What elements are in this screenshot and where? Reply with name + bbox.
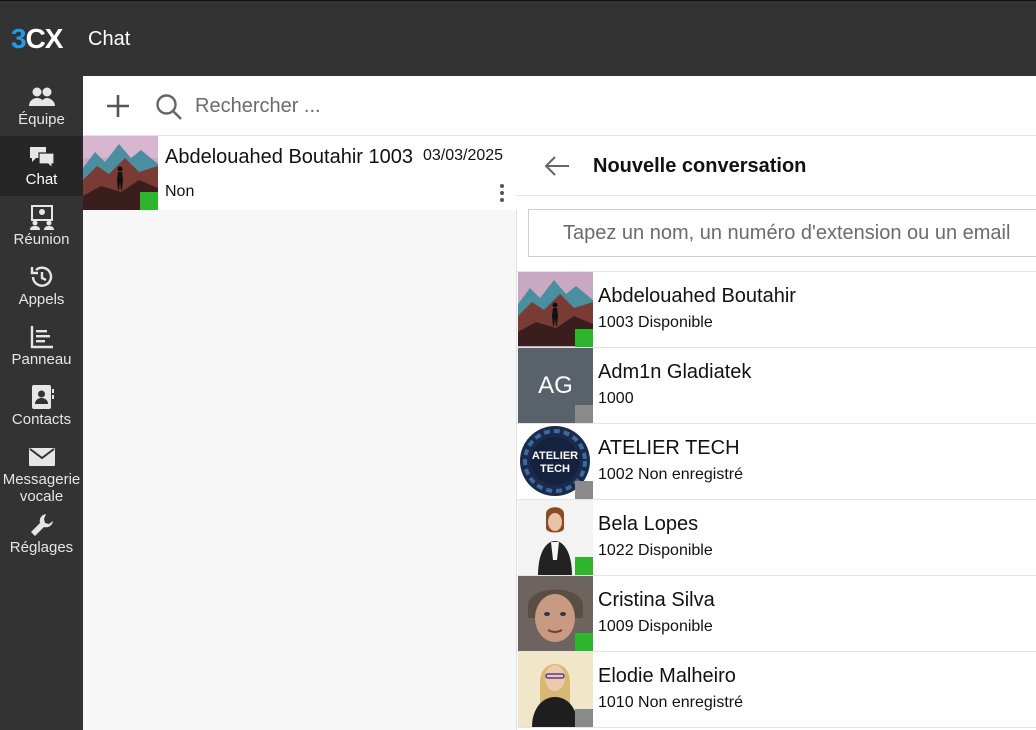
mail-icon bbox=[28, 444, 56, 470]
avatar bbox=[518, 272, 593, 347]
panel-title: Nouvelle conversation bbox=[593, 155, 807, 177]
status-badge bbox=[140, 192, 158, 210]
contact-item[interactable]: AG Adm1n Gladiatek 1000 bbox=[517, 348, 1036, 424]
sidebar-item-chat[interactable]: Chat bbox=[0, 136, 83, 196]
status-badge bbox=[575, 481, 593, 499]
3cx-logo: 3 CX bbox=[11, 23, 63, 54]
new-conversation-header: Nouvelle conversation bbox=[517, 136, 1036, 196]
top-bar: 3 CX Chat bbox=[0, 0, 1036, 76]
recipient-search bbox=[517, 196, 1036, 272]
status-badge bbox=[575, 405, 593, 423]
sidebar-item-panneau[interactable]: Panneau bbox=[0, 316, 83, 376]
contact-name: Bela Lopes bbox=[598, 513, 699, 535]
svg-text:ATELIER: ATELIER bbox=[532, 450, 578, 462]
status-badge bbox=[575, 329, 593, 347]
conversation-name: Abdelouahed Boutahir 1003 bbox=[165, 146, 413, 168]
contact-extension-status: 1022 Disponible bbox=[598, 542, 713, 559]
avatar: ATELIER TECH bbox=[518, 424, 593, 499]
contact-name: ATELIER TECH bbox=[598, 437, 740, 459]
status-badge bbox=[575, 557, 593, 575]
contact-name: Cristina Silva bbox=[598, 589, 715, 611]
search-input[interactable] bbox=[195, 90, 595, 122]
sidebar-item-reunion[interactable]: Réunion bbox=[0, 196, 83, 256]
sidebar-item-appels[interactable]: Appels bbox=[0, 256, 83, 316]
contact-item[interactable]: ATELIER TECH ATELIER TECH 1002 Non enreg… bbox=[517, 424, 1036, 500]
avatar bbox=[518, 500, 593, 575]
sidebar-nav: Équipe Chat Réunion Appels Panneau Conta… bbox=[0, 76, 83, 730]
contacts-icon bbox=[28, 384, 56, 410]
history-icon bbox=[28, 264, 56, 290]
conversation-list: Abdelouahed Boutahir 1003 03/03/2025 Non bbox=[83, 136, 517, 730]
new-conversation-panel: Nouvelle conversation Abdelouahed Boutah… bbox=[517, 136, 1036, 730]
contact-extension-status: 1000 bbox=[598, 390, 634, 407]
meeting-icon bbox=[28, 204, 56, 230]
plus-icon bbox=[107, 95, 129, 117]
wrench-icon bbox=[28, 512, 56, 538]
avatar bbox=[83, 136, 158, 210]
contact-extension-status: 1009 Disponible bbox=[598, 618, 713, 635]
status-badge bbox=[575, 709, 593, 727]
svg-text:TECH: TECH bbox=[540, 463, 570, 475]
conversation-last-message: Non bbox=[165, 183, 195, 200]
arrow-left-icon bbox=[544, 156, 569, 176]
team-icon bbox=[28, 84, 56, 110]
contact-extension-status: 1010 Non enregistré bbox=[598, 694, 743, 711]
more-options-icon[interactable] bbox=[497, 182, 507, 204]
contact-extension-status: 1003 Disponible bbox=[598, 314, 713, 331]
sidebar-item-contacts[interactable]: Contacts bbox=[0, 376, 83, 436]
contact-name: Abdelouahed Boutahir bbox=[598, 285, 796, 307]
contact-item[interactable]: Abdelouahed Boutahir 1003 Disponible bbox=[517, 272, 1036, 348]
avatar bbox=[518, 576, 593, 651]
chat-icon bbox=[28, 144, 56, 170]
new-conversation-button[interactable] bbox=[105, 93, 131, 119]
panel-icon bbox=[28, 324, 56, 350]
sidebar-item-messagerie-vocale[interactable]: Messagerie vocale bbox=[0, 436, 83, 506]
status-badge bbox=[575, 633, 593, 651]
sidebar-item-equipe[interactable]: Équipe bbox=[0, 76, 83, 136]
back-button[interactable] bbox=[543, 152, 571, 180]
contact-item[interactable]: Cristina Silva 1009 Disponible bbox=[517, 576, 1036, 652]
recipient-input[interactable] bbox=[528, 209, 1036, 257]
contact-extension-status: 1002 Non enregistré bbox=[598, 466, 743, 483]
sidebar-item-reglages[interactable]: Réglages bbox=[0, 504, 83, 564]
contact-name: Elodie Malheiro bbox=[598, 665, 736, 687]
contact-item[interactable]: Bela Lopes 1022 Disponible bbox=[517, 500, 1036, 576]
toolbar bbox=[83, 76, 1036, 136]
contact-item[interactable]: Elodie Malheiro 1010 Non enregistré bbox=[517, 652, 1036, 728]
app-title: Chat bbox=[88, 28, 131, 50]
conversation-date: 03/03/2025 bbox=[423, 147, 504, 164]
search-icon bbox=[155, 93, 183, 121]
avatar bbox=[518, 652, 593, 727]
avatar: AG bbox=[518, 348, 593, 423]
contact-name: Adm1n Gladiatek bbox=[598, 361, 752, 383]
conversation-item[interactable]: Abdelouahed Boutahir 1003 03/03/2025 Non bbox=[83, 136, 517, 210]
